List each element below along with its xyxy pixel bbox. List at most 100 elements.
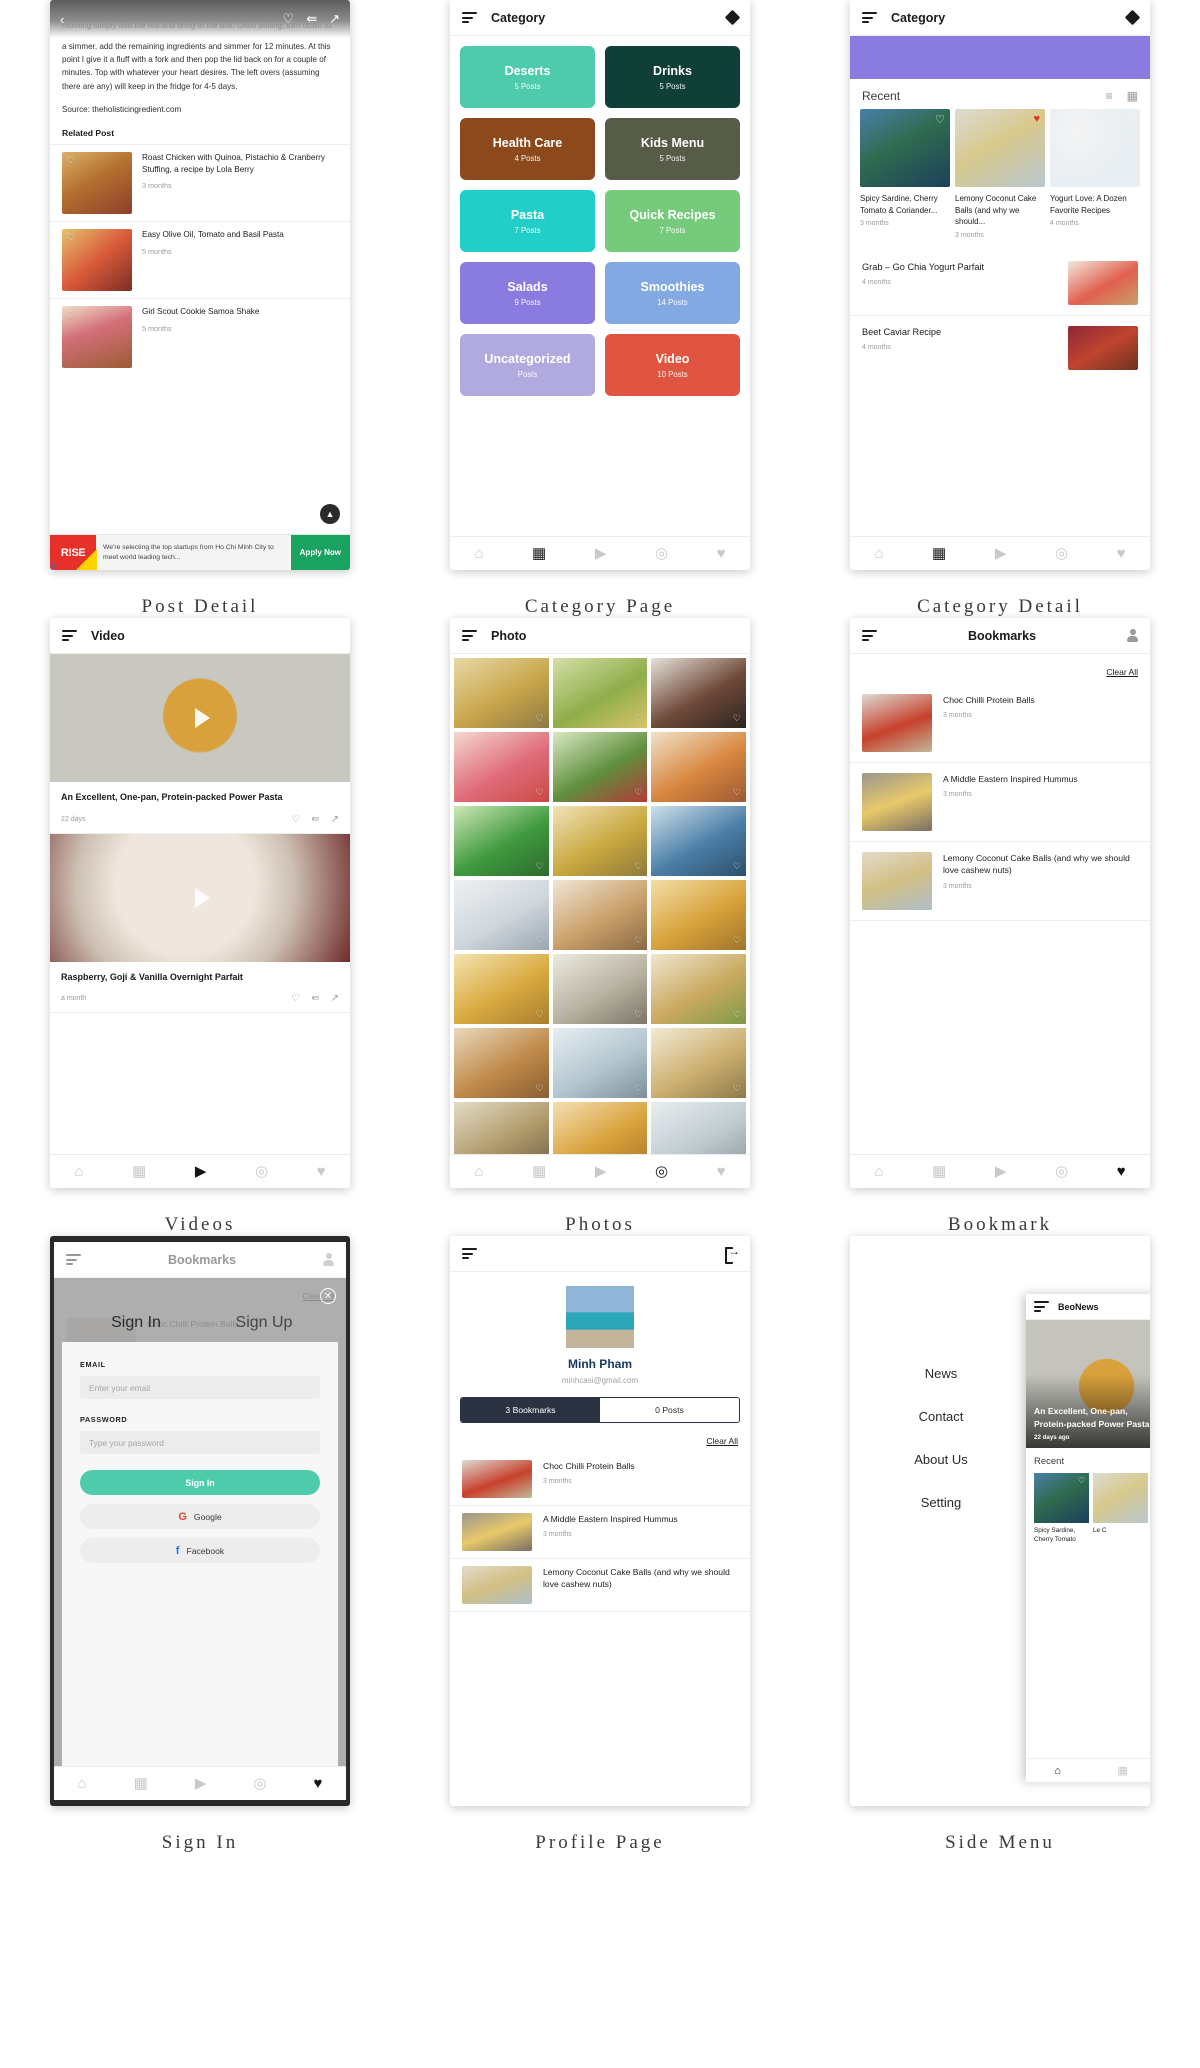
clear-all-row[interactable]: Clear All xyxy=(450,1423,750,1453)
nav-grid-icon[interactable]: ▦ xyxy=(932,546,946,561)
heart-icon[interactable]: ♡ xyxy=(733,861,741,872)
heart-icon[interactable]: ♥ xyxy=(1033,113,1040,125)
heart-icon[interactable]: ♡ xyxy=(66,309,75,320)
nav-grid-icon[interactable]: ▦ xyxy=(134,1776,148,1791)
menu-icon[interactable] xyxy=(462,1248,477,1259)
heart-icon[interactable]: ♡ xyxy=(291,993,300,1004)
external-link-icon[interactable]: ↗ xyxy=(329,11,340,27)
heart-icon[interactable]: ♡ xyxy=(536,713,544,724)
photo-cell[interactable]: ♡ xyxy=(552,880,648,950)
menu-icon[interactable] xyxy=(862,630,877,641)
photo-cell[interactable]: ♡ xyxy=(651,1102,746,1154)
category-tile[interactable]: Drinks 5 Posts xyxy=(605,46,740,108)
photo-cell[interactable]: ♡ xyxy=(552,732,648,802)
auth-tabs[interactable]: Sign In Sign Up xyxy=(54,1278,346,1342)
photo-cell[interactable]: ♡ xyxy=(651,1028,746,1098)
nav-camera-icon[interactable]: ◎ xyxy=(1055,546,1068,561)
nav-video-icon[interactable]: ▶ xyxy=(195,1776,207,1791)
facebook-sign-in-button[interactable]: f Facebook xyxy=(80,1538,320,1563)
list-item[interactable]: Grab – Go Chia Yogurt Parfait 4 months xyxy=(850,251,1150,315)
menu-icon[interactable] xyxy=(62,630,77,641)
heart-icon[interactable]: ♡ xyxy=(66,232,75,243)
category-tile[interactable]: Salads 9 Posts xyxy=(460,262,595,324)
filter-icon[interactable]: ≡ xyxy=(1106,89,1113,103)
scroll-to-top-button[interactable]: ▲ xyxy=(320,504,340,524)
nav-home-icon[interactable]: ⌂ xyxy=(874,546,883,561)
heart-icon[interactable]: ♡ xyxy=(733,935,741,946)
photo-cell[interactable]: ♡ xyxy=(454,806,549,876)
heart-icon[interactable]: ♡ xyxy=(1078,1476,1085,1485)
heart-icon[interactable]: ♡ xyxy=(634,713,642,724)
heart-icon[interactable]: ♡ xyxy=(66,155,75,166)
category-tile[interactable]: Pasta 7 Posts xyxy=(460,190,595,252)
photo-cell[interactable]: ♡ xyxy=(651,732,746,802)
menu-icon[interactable] xyxy=(66,1254,81,1265)
category-tile[interactable]: Deserts 5 Posts xyxy=(460,46,595,108)
share-icon[interactable]: ⇚ xyxy=(311,993,319,1004)
nav-home-icon[interactable]: ⌂ xyxy=(78,1776,87,1791)
ad-cta-button[interactable]: Apply Now xyxy=(290,535,350,570)
photo-cell[interactable]: ♡ xyxy=(454,1028,549,1098)
heart-icon[interactable]: ♡ xyxy=(536,1009,544,1020)
recent-card[interactable]: ♥ Lemony Coconut Cake Balls (and why we … xyxy=(955,109,1045,239)
heart-icon[interactable]: ♡ xyxy=(1125,113,1135,126)
bottom-nav[interactable]: ⌂ ▦ ▶ ◎ ♥ xyxy=(850,1154,1150,1188)
heart-icon[interactable]: ♡ xyxy=(291,814,300,825)
photo-cell[interactable]: ♡ xyxy=(552,1028,648,1098)
bottom-nav[interactable]: ⌂ ▦ ▶ ◎ ♥ xyxy=(450,1154,750,1188)
tab-sign-in[interactable]: Sign In xyxy=(72,1314,200,1332)
bookmark-row[interactable]: A Middle Eastern Inspired Hummus 3 month… xyxy=(450,1506,750,1559)
heart-icon[interactable]: ♡ xyxy=(634,1083,642,1094)
nav-camera-icon[interactable]: ◎ xyxy=(253,1776,266,1791)
heart-icon[interactable]: ♡ xyxy=(634,1009,642,1020)
photo-cell[interactable]: ♡ xyxy=(651,954,746,1024)
password-field[interactable]: Type your password xyxy=(80,1431,320,1454)
nav-video-icon[interactable]: ▶ xyxy=(195,1164,207,1179)
heart-icon[interactable]: ♡ xyxy=(733,787,741,798)
back-arrow-icon[interactable]: ‹ xyxy=(60,12,64,27)
menu-icon[interactable] xyxy=(462,630,477,641)
video-card[interactable]: An Excellent, One-pan, Protein-packed Po… xyxy=(50,654,350,834)
photo-cell[interactable]: ♡ xyxy=(552,1102,648,1154)
nav-grid-icon[interactable]: ▦ xyxy=(1117,1764,1127,1777)
peek-card[interactable]: Le C xyxy=(1093,1473,1148,1545)
play-icon[interactable] xyxy=(50,834,350,962)
related-post-row[interactable]: ♡ Easy Olive Oil, Tomato and Basil Pasta… xyxy=(50,220,350,298)
heart-icon[interactable]: ♡ xyxy=(536,787,544,798)
list-item[interactable]: Beet Caviar Recipe 4 months xyxy=(850,314,1150,380)
photo-cell[interactable]: ♡ xyxy=(454,732,549,802)
video-thumbnail[interactable] xyxy=(50,833,350,962)
nav-video-icon[interactable]: ▶ xyxy=(595,546,607,561)
category-tile[interactable]: Smoothies 14 Posts xyxy=(605,262,740,324)
external-link-icon[interactable]: ↗ xyxy=(331,993,339,1004)
peek-bottom-nav[interactable]: ⌂ ▦ xyxy=(1026,1758,1150,1782)
heart-icon[interactable]: ♡ xyxy=(733,1083,741,1094)
logout-icon[interactable] xyxy=(725,1244,740,1264)
nav-grid-icon[interactable]: ▦ xyxy=(132,1164,146,1179)
category-tile[interactable]: Quick Recipes 7 Posts xyxy=(605,190,740,252)
category-tile[interactable]: Video 10 Posts xyxy=(605,334,740,396)
video-thumbnail[interactable] xyxy=(50,654,350,782)
bottom-nav[interactable]: ⌂ ▦ ▶ ◎ ♥ xyxy=(850,536,1150,570)
nav-grid-icon[interactable]: ▦ xyxy=(932,1164,946,1179)
post-detail-toolbar[interactable]: ‹ ♡ ⇚ ↗ xyxy=(50,0,350,38)
menu-icon[interactable] xyxy=(462,12,477,23)
profile-icon[interactable] xyxy=(1127,629,1138,642)
clear-all-button[interactable]: Clear All xyxy=(1106,667,1138,677)
photo-cell[interactable]: ♡ xyxy=(454,880,549,950)
peek-screen[interactable]: BeoNews An Excellent, One-pan, Protein-p… xyxy=(1026,1294,1150,1782)
bottom-nav[interactable]: ⌂ ▦ ▶ ◎ ♥ xyxy=(450,536,750,570)
layers-icon[interactable] xyxy=(1124,9,1141,26)
heart-icon[interactable]: ♡ xyxy=(634,787,642,798)
nav-heart-icon[interactable]: ♥ xyxy=(314,1776,323,1791)
nav-grid-icon[interactable]: ▦ xyxy=(532,1164,546,1179)
category-tile[interactable]: Uncategorized Posts xyxy=(460,334,595,396)
nav-heart-icon[interactable]: ♥ xyxy=(1117,1164,1126,1179)
tab-posts[interactable]: 0 Posts xyxy=(600,1398,739,1422)
peek-card[interactable]: ♡ Spicy Sardine, Cherry Tomato xyxy=(1034,1473,1089,1545)
email-field[interactable]: Enter your email xyxy=(80,1376,320,1399)
recent-card[interactable]: ♡ Spicy Sardine, Cherry Tomato & Coriand… xyxy=(860,109,950,239)
related-post-row[interactable]: ♡ Girl Scout Cookie Samoa Shake 5 months xyxy=(50,297,350,375)
photo-cell[interactable]: ♡ xyxy=(552,658,648,728)
profile-tabs[interactable]: 3 Bookmarks 0 Posts xyxy=(460,1397,740,1423)
